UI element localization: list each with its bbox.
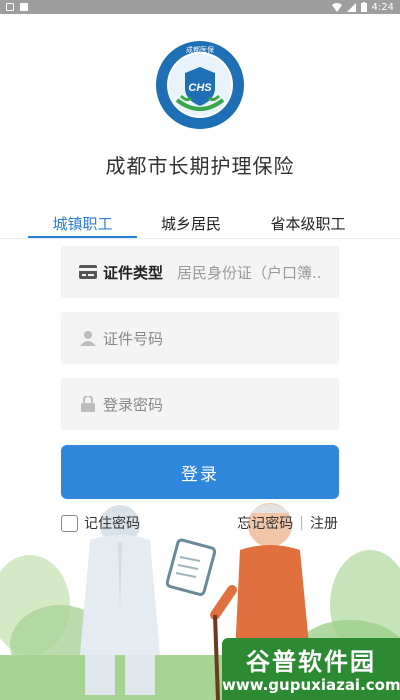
logo-cn-text: 成都医保: [186, 45, 214, 54]
login-button[interactable]: 登录: [61, 445, 339, 499]
app-title: 成都市长期护理保险: [105, 154, 295, 178]
watermark-brand: 谷普软件园: [246, 648, 376, 676]
notification-icon: [6, 3, 14, 11]
account-links: 忘记密码 | 注册: [237, 513, 338, 533]
password-input[interactable]: 登录密码: [61, 378, 339, 430]
status-bar: 4:24: [0, 0, 400, 14]
register-link[interactable]: 注册: [310, 513, 338, 533]
signal-icon: [346, 2, 356, 12]
id-type-value: 居民身份证（户口簿..: [177, 263, 322, 282]
tab-urban-rural-resident[interactable]: 城乡居民: [148, 208, 234, 238]
watermark: 谷普软件园 www.gupuxiazai.com: [222, 638, 400, 700]
id-number-input[interactable]: 证件号码: [61, 312, 339, 364]
login-type-tabs: 城镇职工 城乡居民 省本级职工: [0, 208, 400, 240]
lock-icon: [79, 395, 97, 413]
status-right: 4:24: [331, 1, 394, 13]
wifi-icon: [331, 2, 342, 12]
status-time: 4:24: [371, 1, 394, 13]
user-icon: [79, 329, 97, 347]
forgot-password-link[interactable]: 忘记密码: [237, 513, 293, 533]
logo-badge-text: CHS: [188, 82, 212, 94]
tab-urban-employee[interactable]: 城镇职工: [28, 208, 137, 238]
id-card-icon: [79, 263, 97, 281]
id-type-select[interactable]: 证件类型 居民身份证（户口簿..: [61, 246, 339, 298]
remember-label: 记住密码: [84, 516, 140, 532]
image-notification-icon: [20, 3, 28, 11]
remember-password[interactable]: 记住密码: [61, 513, 140, 533]
tabs-divider: [0, 238, 400, 239]
status-left: [6, 3, 28, 11]
id-number-placeholder: 证件号码: [103, 329, 164, 348]
tab-provincial-employee[interactable]: 省本级职工: [260, 208, 356, 238]
link-separator: |: [299, 515, 304, 531]
watermark-url: www.gupuxiazai.com: [222, 676, 400, 694]
remember-checkbox[interactable]: [61, 514, 78, 532]
password-placeholder: 登录密码: [103, 395, 164, 414]
id-type-label: 证件类型: [103, 263, 164, 282]
chengdu-healthcare-logo: CHS 成都医保: [156, 41, 244, 129]
battery-icon: [360, 2, 367, 12]
